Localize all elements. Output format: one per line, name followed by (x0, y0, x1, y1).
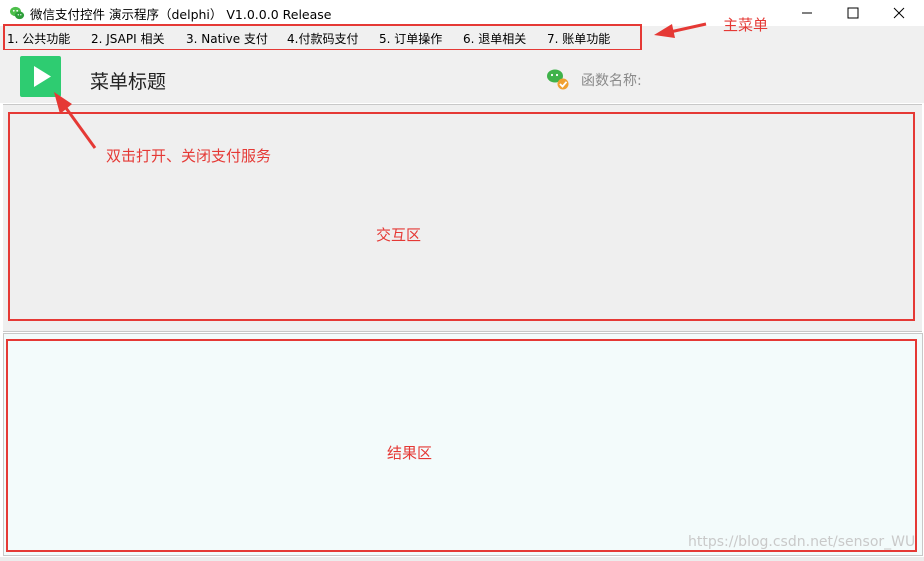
main-menu-annotation: 主菜单 (723, 16, 769, 34)
interaction-area-label: 交互区 (376, 226, 422, 244)
status-bar (0, 557, 924, 561)
main-menu-highlight-box (3, 24, 642, 51)
toggle-service-arrow-icon (54, 92, 97, 149)
maximize-icon (847, 7, 859, 19)
result-area-label: 结果区 (387, 444, 433, 462)
toggle-service-annotation: 双击打开、关闭支付服务 (106, 147, 272, 165)
close-button[interactable] (876, 0, 922, 26)
result-area-highlight-box (6, 339, 917, 552)
window-title: 微信支付控件 演示程序（delphi） V1.0.0.0 Release (30, 7, 332, 22)
watermark: https://blog.csdn.net/sensor_WU (688, 534, 916, 550)
maximize-button[interactable] (830, 0, 876, 26)
main-menu-arrow-icon (654, 22, 707, 38)
interaction-area-highlight-box (8, 112, 915, 321)
close-icon (893, 7, 905, 19)
function-name-label: 函数名称: (581, 73, 642, 89)
wechat-check-icon (547, 69, 569, 90)
minimize-icon (802, 12, 812, 14)
wechat-pay-icon (10, 6, 25, 20)
menu-title: 菜单标题 (90, 71, 167, 93)
minimize-button[interactable] (784, 0, 830, 26)
